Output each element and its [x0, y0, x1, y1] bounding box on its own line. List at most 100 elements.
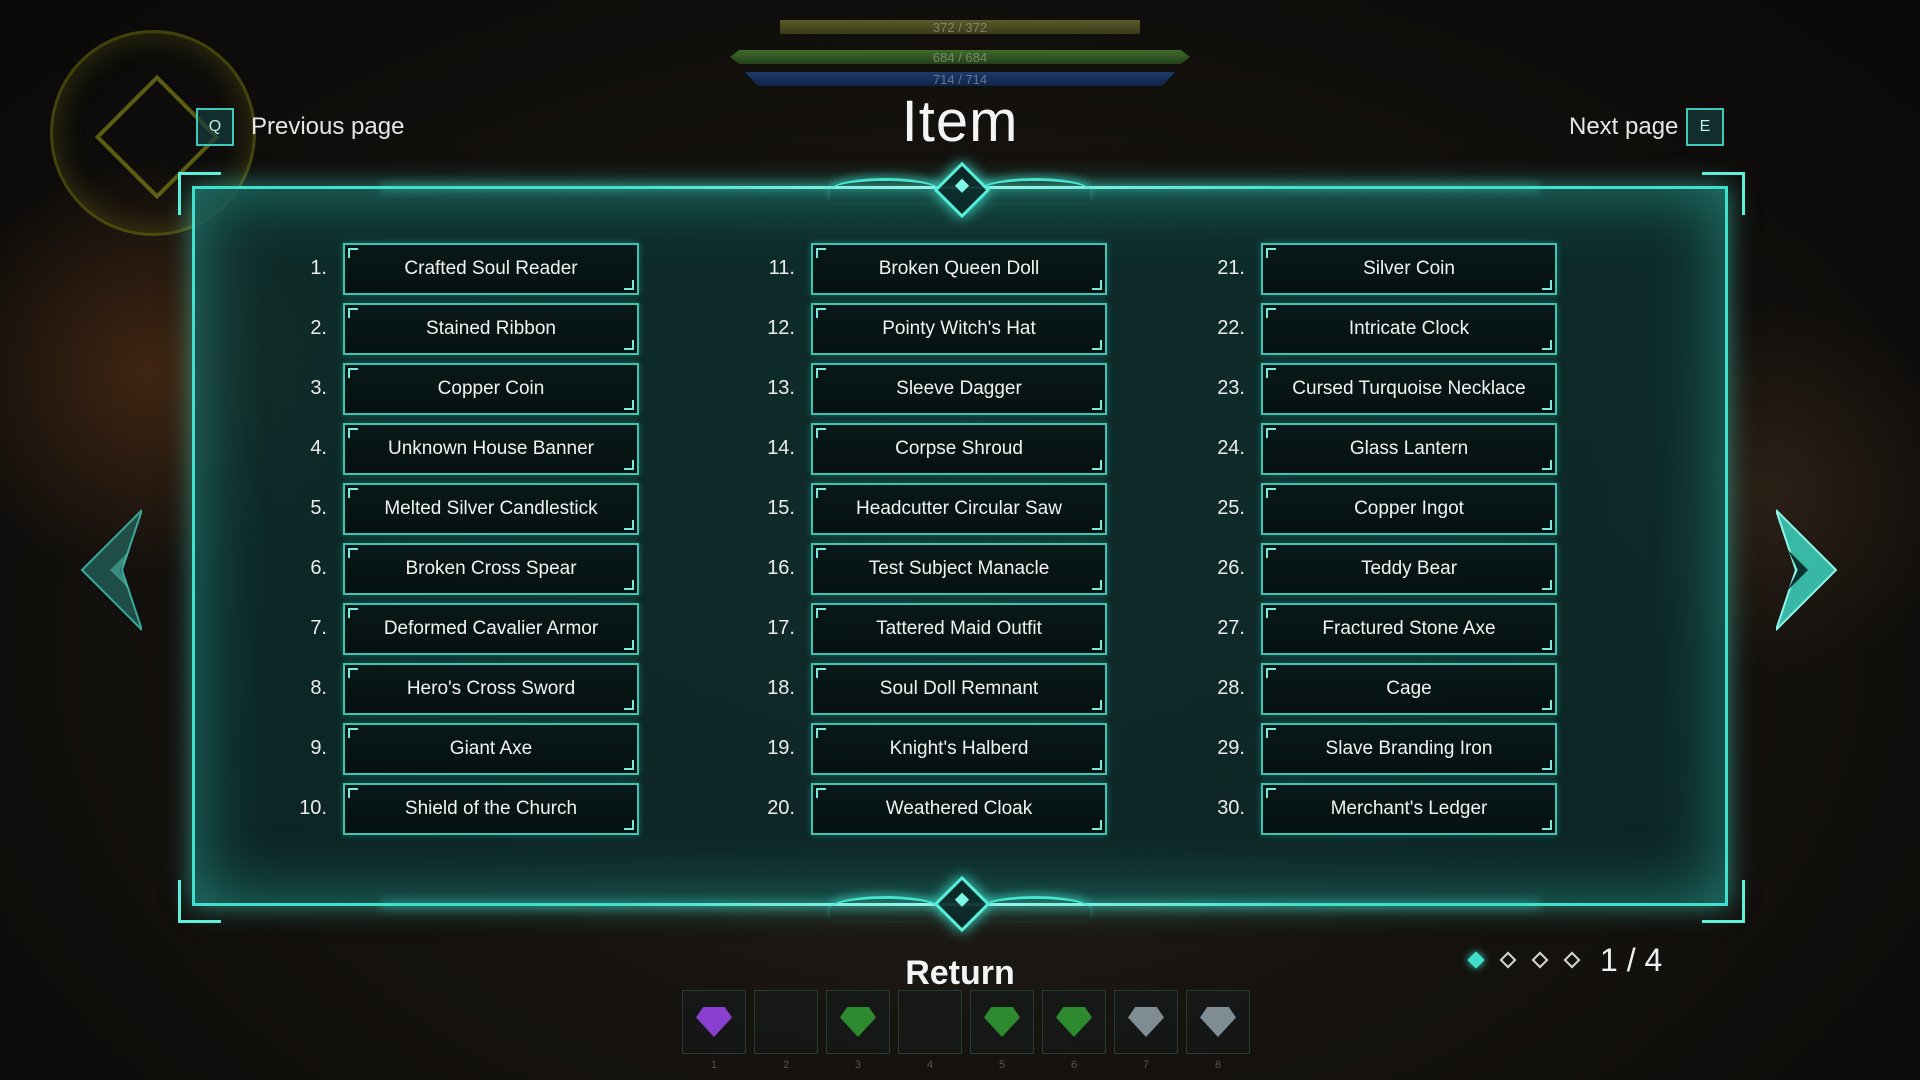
item-button[interactable]: Broken Cross Spear — [343, 543, 639, 595]
item-number: 25. — [1217, 497, 1245, 519]
item-number: 20. — [767, 797, 795, 819]
item-number: 18. — [767, 677, 795, 699]
item-number: 1. — [310, 257, 327, 279]
slot-number: 7 — [1142, 1059, 1150, 1071]
item-button[interactable]: Deformed Cavalier Armor — [343, 603, 639, 655]
item-number: 24. — [1217, 437, 1245, 459]
item-number: 6. — [310, 557, 327, 579]
green-gem-icon — [840, 1007, 876, 1037]
green-gem-icon — [984, 1007, 1020, 1037]
item-number: 26. — [1217, 557, 1245, 579]
hotbar-slot[interactable]: 8 — [1186, 990, 1250, 1071]
item-button[interactable]: Merchant's Ledger — [1261, 783, 1557, 835]
left-arrow-icon[interactable] — [72, 500, 142, 640]
item-number: 27. — [1217, 617, 1245, 639]
swirl-ornament-icon — [830, 896, 940, 921]
item-button[interactable]: Broken Queen Doll — [811, 243, 1107, 295]
item-button[interactable]: Slave Branding Iron — [1261, 723, 1557, 775]
item-button[interactable]: Stained Ribbon — [343, 303, 639, 355]
slot-number: 2 — [782, 1059, 790, 1071]
item-button[interactable]: Test Subject Manacle — [811, 543, 1107, 595]
item-button[interactable]: Fractured Stone Axe — [1261, 603, 1557, 655]
item-number: 21. — [1217, 257, 1245, 279]
item-number: 8. — [310, 677, 327, 699]
item-number: 16. — [767, 557, 795, 579]
green-gem-icon — [1056, 1007, 1092, 1037]
item-button[interactable]: Crafted Soul Reader — [343, 243, 639, 295]
item-number: 2. — [310, 317, 327, 339]
silver-gem-icon — [1128, 1007, 1164, 1037]
swirl-ornament-icon — [830, 178, 940, 203]
item-button[interactable]: Shield of the Church — [343, 783, 639, 835]
panel-corner-icon — [178, 880, 221, 923]
item-number: 7. — [310, 617, 327, 639]
panel-corner-icon — [1702, 172, 1745, 215]
hp-text: 372 / 372 — [932, 19, 988, 35]
stamina-bar: 684 / 684 — [730, 50, 1190, 64]
item-number: 23. — [1217, 377, 1245, 399]
item-number: 13. — [767, 377, 795, 399]
item-button[interactable]: Melted Silver Candlestick — [343, 483, 639, 535]
item-button[interactable]: Weathered Cloak — [811, 783, 1107, 835]
item-button[interactable]: Intricate Clock — [1261, 303, 1557, 355]
item-button[interactable]: Unknown House Banner — [343, 423, 639, 475]
slot-number: 5 — [998, 1059, 1006, 1071]
return-button[interactable]: Return — [0, 954, 1920, 993]
hotbar-slot[interactable]: 3 — [826, 990, 890, 1071]
item-button[interactable]: Giant Axe — [343, 723, 639, 775]
right-arrow-icon[interactable] — [1776, 500, 1846, 640]
panel-corner-icon — [1702, 880, 1745, 923]
item-button[interactable]: Sleeve Dagger — [811, 363, 1107, 415]
next-page-button[interactable]: Next page — [1569, 113, 1678, 141]
purple-gem-icon — [696, 1007, 732, 1037]
item-number: 29. — [1217, 737, 1245, 759]
item-button[interactable]: Glass Lantern — [1261, 423, 1557, 475]
item-number: 5. — [310, 497, 327, 519]
item-button[interactable]: Corpse Shroud — [811, 423, 1107, 475]
item-button[interactable]: Copper Ingot — [1261, 483, 1557, 535]
item-number: 17. — [767, 617, 795, 639]
item-button[interactable]: Hero's Cross Sword — [343, 663, 639, 715]
slot-number: 4 — [926, 1059, 934, 1071]
slot-number: 1 — [710, 1059, 718, 1071]
stamina-text: 684 / 684 — [932, 49, 988, 65]
hotbar: 1 2 3 4 5 6 7 8 — [682, 990, 1252, 1071]
hotbar-slot[interactable]: 1 — [682, 990, 746, 1071]
hotbar-slot[interactable]: 4 — [898, 990, 962, 1071]
hp-bar: 372 / 372 — [780, 19, 1140, 35]
mana-text: 714 / 714 — [932, 71, 988, 87]
slot-number: 6 — [1070, 1059, 1078, 1071]
item-number: 14. — [767, 437, 795, 459]
mana-bar: 714 / 714 — [745, 72, 1175, 86]
item-button[interactable]: Knight's Halberd — [811, 723, 1107, 775]
item-button[interactable]: Copper Coin — [343, 363, 639, 415]
item-number: 22. — [1217, 317, 1245, 339]
item-button[interactable]: Cursed Turquoise Necklace — [1261, 363, 1557, 415]
item-button[interactable]: Teddy Bear — [1261, 543, 1557, 595]
hotbar-slot[interactable]: 5 — [970, 990, 1034, 1071]
next-page-key[interactable]: E — [1686, 108, 1724, 146]
slot-number: 8 — [1214, 1059, 1222, 1071]
item-button[interactable]: Cage — [1261, 663, 1557, 715]
item-number: 3. — [310, 377, 327, 399]
hotbar-slot[interactable]: 2 — [754, 990, 818, 1071]
item-number: 12. — [767, 317, 795, 339]
item-number: 30. — [1217, 797, 1245, 819]
item-button[interactable]: Tattered Maid Outfit — [811, 603, 1107, 655]
item-number: 15. — [767, 497, 795, 519]
silver-gem-icon — [1200, 1007, 1236, 1037]
item-button[interactable]: Soul Doll Remnant — [811, 663, 1107, 715]
item-button[interactable]: Silver Coin — [1261, 243, 1557, 295]
hotbar-slot[interactable]: 6 — [1042, 990, 1106, 1071]
item-number: 19. — [767, 737, 795, 759]
hotbar-slot[interactable]: 7 — [1114, 990, 1178, 1071]
panel-corner-icon — [178, 172, 221, 215]
item-number: 4. — [310, 437, 327, 459]
item-button[interactable]: Pointy Witch's Hat — [811, 303, 1107, 355]
slot-number: 3 — [854, 1059, 862, 1071]
item-number: 9. — [310, 737, 327, 759]
item-number: 10. — [299, 797, 327, 819]
swirl-ornament-icon — [980, 896, 1090, 921]
item-button[interactable]: Headcutter Circular Saw — [811, 483, 1107, 535]
swirl-ornament-icon — [980, 178, 1090, 203]
